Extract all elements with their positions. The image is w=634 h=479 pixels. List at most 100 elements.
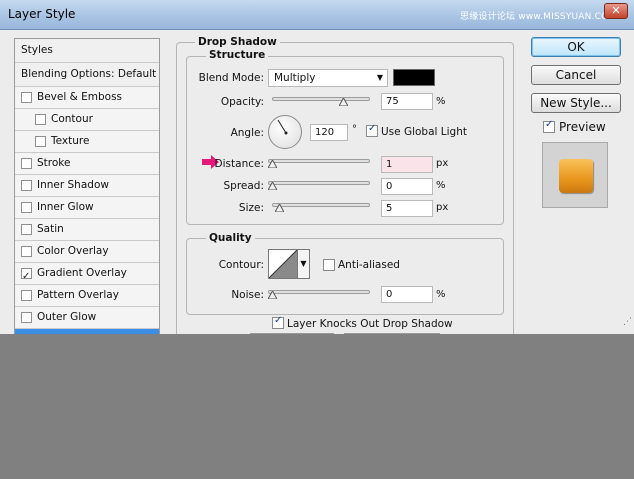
style-item-texture[interactable]: Texture [15, 131, 159, 153]
style-item-checkbox[interactable] [21, 266, 32, 287]
style-item-checkbox[interactable] [35, 114, 46, 125]
blending-options-label: Blending Options: Default [21, 68, 157, 80]
style-item-bevel-emboss[interactable]: Bevel & Emboss [15, 87, 159, 109]
opacity-input[interactable]: 75 [381, 93, 433, 110]
styles-heading-label: Styles [21, 44, 53, 56]
style-item-label: Texture [51, 135, 90, 147]
style-item-contour[interactable]: Contour [15, 109, 159, 131]
slider-track [272, 97, 370, 101]
angle-unit: ° [352, 124, 357, 135]
style-item-checkbox[interactable] [35, 136, 46, 147]
style-item-checkbox[interactable] [21, 224, 32, 235]
style-item-checkbox[interactable] [21, 290, 32, 301]
style-item-checkbox[interactable] [21, 158, 32, 169]
style-item-outer-glow[interactable]: Outer Glow [15, 307, 159, 329]
contour-curve-icon [268, 249, 298, 279]
slider-thumb[interactable] [275, 204, 284, 212]
style-item-checkbox[interactable] [21, 312, 32, 323]
style-item-label: Outer Glow [37, 311, 97, 323]
style-item-label: Stroke [37, 157, 71, 169]
contour-dropdown-arrow-icon[interactable]: ▼ [298, 249, 310, 279]
style-item-drop-shadow[interactable]: Drop Shadow [15, 329, 159, 334]
noise-slider[interactable] [268, 288, 370, 299]
style-item-stroke[interactable]: Stroke [15, 153, 159, 175]
style-item-label: Contour [51, 113, 93, 125]
style-item-checkbox[interactable] [21, 180, 32, 191]
style-item-pattern-overlay[interactable]: Pattern Overlay [15, 285, 159, 307]
resize-grip-icon[interactable]: ⋰ [623, 317, 632, 332]
distance-slider[interactable] [268, 157, 370, 168]
angle-needle-icon [277, 119, 288, 135]
spread-input[interactable]: 0 [381, 178, 433, 195]
style-item-label: Inner Shadow [37, 179, 109, 191]
distance-input[interactable]: 1 [381, 156, 433, 173]
new-style-button[interactable]: New Style... [531, 93, 621, 113]
blend-mode-label: Blend Mode: [198, 72, 264, 84]
distance-unit: px [436, 158, 449, 169]
opacity-slider[interactable] [272, 95, 370, 106]
preview-checkbox[interactable] [543, 119, 555, 133]
cancel-button[interactable]: Cancel [531, 65, 621, 85]
blending-options-item[interactable]: Blending Options: Default [15, 63, 159, 87]
slider-track [268, 290, 370, 294]
size-input[interactable]: 5 [381, 200, 433, 217]
style-item-label: Drop Shadow [37, 329, 107, 334]
slider-track [268, 159, 370, 163]
cancel-button-label: Cancel [555, 68, 597, 82]
dialog-body: Styles Blending Options: Default Bevel &… [0, 31, 634, 334]
style-item-checkbox[interactable] [21, 246, 32, 257]
blend-mode-dropdown[interactable]: Multiply ▼ [268, 69, 388, 87]
close-button[interactable]: ✕ [604, 3, 628, 19]
style-item-inner-shadow[interactable]: Inner Shadow [15, 175, 159, 197]
style-item-inner-glow[interactable]: Inner Glow [15, 197, 159, 219]
layer-knocks-out-checkbox[interactable] [272, 315, 284, 329]
size-slider[interactable] [272, 201, 370, 212]
style-item-satin[interactable]: Satin [15, 219, 159, 241]
slider-thumb[interactable] [268, 160, 277, 168]
style-item-label: Pattern Overlay [37, 289, 119, 301]
angle-dial[interactable] [268, 115, 302, 149]
new-style-button-label: New Style... [540, 96, 612, 110]
style-item-checkbox[interactable] [21, 92, 32, 103]
angle-label: Angle: [230, 127, 264, 139]
slider-thumb[interactable] [268, 182, 277, 190]
spread-slider[interactable] [268, 179, 370, 190]
noise-label: Noise: [231, 289, 264, 301]
slider-thumb[interactable] [339, 98, 348, 106]
noise-unit: % [436, 289, 446, 300]
size-label: Size: [238, 202, 264, 214]
quality-group [186, 238, 504, 315]
style-item-color-overlay[interactable]: Color Overlay [15, 241, 159, 263]
blend-mode-value: Multiply [274, 72, 316, 84]
slider-track [272, 203, 370, 207]
noise-input[interactable]: 0 [381, 286, 433, 303]
dropdown-arrow-icon: ▼ [376, 73, 383, 82]
reset-to-default-button[interactable] [344, 333, 440, 334]
preview-thumbnail [559, 159, 593, 193]
preview-label: Preview [559, 120, 606, 134]
use-global-light-checkbox[interactable] [366, 123, 378, 137]
distance-label: Distance: [214, 158, 264, 170]
anti-aliased-checkbox[interactable] [323, 259, 335, 271]
shadow-color-swatch[interactable] [393, 69, 435, 86]
close-icon: ✕ [611, 4, 621, 17]
style-item-gradient-overlay[interactable]: Gradient Overlay [15, 263, 159, 287]
use-global-light-label: Use Global Light [381, 126, 467, 138]
angle-input[interactable]: 120 [310, 124, 348, 141]
slider-thumb[interactable] [268, 291, 277, 299]
window-title: Layer Style [8, 7, 76, 21]
layer-knocks-out-label: Layer Knocks Out Drop Shadow [287, 318, 453, 330]
ok-button[interactable]: OK [531, 37, 621, 57]
make-default-button[interactable] [250, 333, 334, 334]
style-item-label: Bevel & Emboss [37, 91, 123, 103]
style-items: Bevel & Emboss Contour Texture Stroke Inner … [15, 87, 159, 334]
title-bar[interactable]: Layer Style 思缘设计论坛 www.MISSYUAN.COM ✕ [0, 0, 634, 30]
styles-heading[interactable]: Styles [15, 39, 159, 63]
watermark-text: 思缘设计论坛 www.MISSYUAN.COM [460, 12, 617, 22]
contour-picker[interactable] [268, 249, 298, 279]
contour-label: Contour: [218, 259, 264, 271]
style-item-checkbox[interactable] [21, 202, 32, 213]
size-unit: px [436, 202, 449, 213]
quality-title: Quality [206, 232, 255, 244]
spread-unit: % [436, 180, 446, 191]
